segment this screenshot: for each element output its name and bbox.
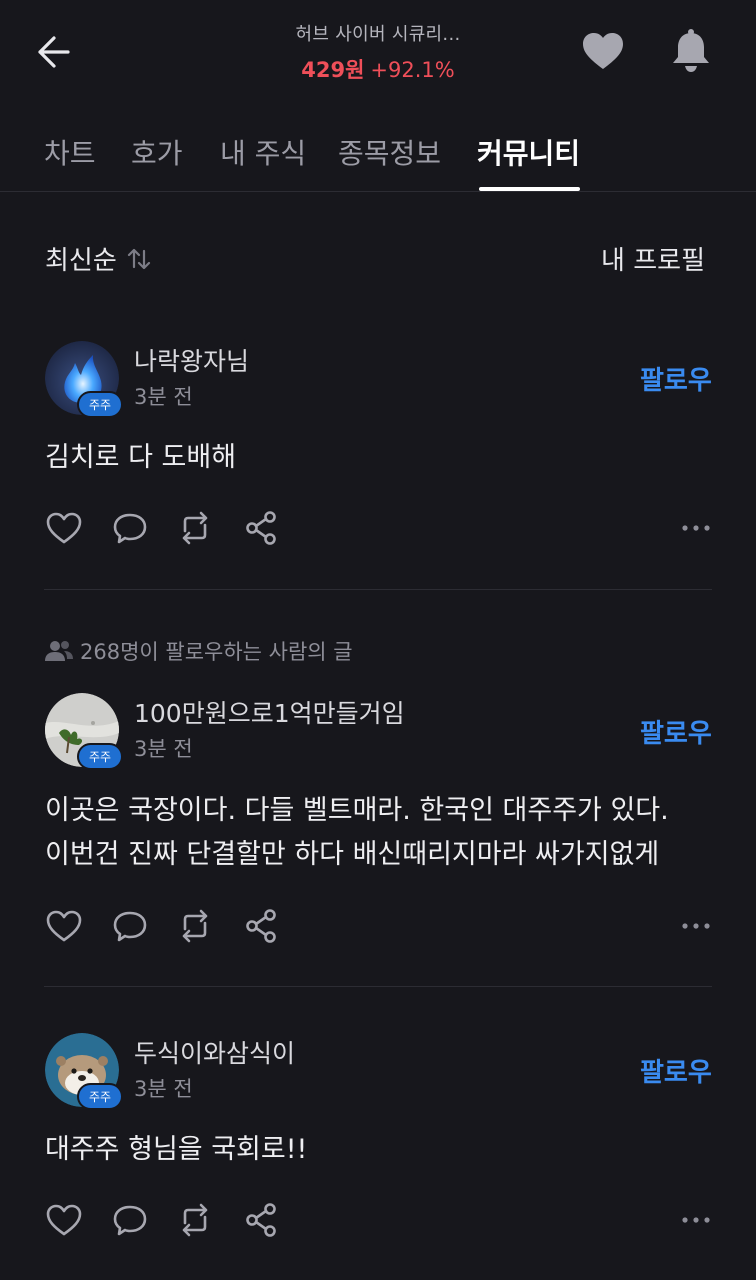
like-button[interactable]: [44, 508, 84, 548]
more-button[interactable]: [676, 1200, 716, 1240]
more-dots-icon: [681, 1216, 711, 1224]
follow-button[interactable]: 팔로우: [640, 360, 712, 397]
comment-button[interactable]: [110, 508, 150, 548]
post-divider: [44, 986, 712, 987]
arrow-left-icon: [32, 32, 72, 72]
tab-chart[interactable]: 차트: [44, 132, 96, 172]
more-button[interactable]: [676, 906, 716, 946]
author-name[interactable]: 두식이와삼식이: [134, 1034, 295, 1070]
comment-button[interactable]: [110, 1200, 150, 1240]
author-avatar[interactable]: 주주: [45, 693, 123, 770]
heart-outline-icon: [45, 1203, 83, 1237]
post-item: 268명이 팔로우하는 사람의 글 주주 100만원으로1억만들거임 3분 전 …: [0, 636, 756, 986]
sort-arrows-icon: [125, 245, 153, 273]
tab-orderbook[interactable]: 호가: [131, 132, 183, 172]
notification-button[interactable]: [668, 26, 714, 76]
like-button[interactable]: [44, 1200, 84, 1240]
heart-outline-icon: [45, 909, 83, 943]
share-button[interactable]: [241, 906, 281, 946]
my-profile-link[interactable]: 내 프로필: [601, 240, 705, 277]
shareholder-badge: 주주: [77, 1083, 123, 1110]
more-dots-icon: [681, 922, 711, 930]
active-tab-indicator: [479, 187, 580, 191]
tab-stock-info[interactable]: 종목정보: [338, 132, 441, 172]
sort-button[interactable]: 최신순: [45, 240, 153, 277]
repost-icon: [176, 909, 214, 943]
repost-icon: [176, 1203, 214, 1237]
post-body-line: 대주주 형님을 국회로!!: [45, 1134, 308, 1165]
stock-price: 429원: [301, 58, 365, 82]
shareholder-badge: 주주: [77, 391, 123, 418]
bell-icon: [670, 28, 712, 74]
repost-button[interactable]: [175, 508, 215, 548]
share-icon: [243, 1202, 279, 1238]
share-button[interactable]: [241, 508, 281, 548]
post-body-line: 이곳은 국장이다. 다들 벨트매라. 한국인 대주주가 있다.: [45, 795, 669, 826]
author-name[interactable]: 나락왕자님: [134, 342, 249, 378]
back-button[interactable]: [30, 30, 74, 74]
post-time: 3분 전: [134, 385, 193, 409]
price-change: +92.1%: [370, 58, 455, 82]
sort-row: 최신순 내 프로필: [0, 236, 756, 282]
post-actions: [44, 1200, 724, 1240]
comment-button[interactable]: [110, 906, 150, 946]
followed-author-text: 268명이 팔로우하는 사람의 글: [80, 640, 353, 664]
top-bar: 허브 사이버 시큐리... 429원 +92.1%: [0, 0, 756, 100]
tab-my-stock[interactable]: 내 주식: [220, 132, 306, 172]
author-avatar[interactable]: 주주: [45, 341, 123, 418]
tab-community[interactable]: 커뮤니티: [477, 132, 580, 172]
price-line: 429원 +92.1%: [228, 54, 528, 84]
more-dots-icon: [681, 524, 711, 532]
post-body: 대주주 형님을 국회로!!: [45, 1128, 725, 1172]
post-actions: [44, 906, 724, 946]
comment-icon: [112, 511, 148, 545]
author-avatar[interactable]: 주주: [45, 1033, 123, 1110]
favorite-button[interactable]: [580, 28, 626, 74]
post-actions: [44, 508, 724, 548]
follow-button[interactable]: 팔로우: [640, 713, 712, 750]
follow-button[interactable]: 팔로우: [640, 1052, 712, 1089]
followed-author-note: 268명이 팔로우하는 사람의 글: [44, 636, 353, 666]
stock-title: 허브 사이버 시큐리... 429원 +92.1%: [228, 20, 528, 84]
comment-icon: [112, 909, 148, 943]
post-item: 주주 나락왕자님 3분 전 팔로우 김치로 다 도배해: [0, 336, 756, 589]
sort-label: 최신순: [45, 246, 117, 276]
stock-name: 허브 사이버 시큐리...: [295, 24, 461, 45]
share-icon: [243, 908, 279, 944]
repost-icon: [176, 511, 214, 545]
post-time: 3분 전: [134, 737, 193, 761]
shareholder-badge: 주주: [77, 743, 123, 770]
share-button[interactable]: [241, 1200, 281, 1240]
post-divider: [44, 589, 712, 590]
post-time: 3분 전: [134, 1077, 193, 1101]
heart-icon: [581, 31, 625, 71]
post-item: 주주 두식이와삼식이 3분 전 팔로우 대주주 형님을 국회로!!: [0, 1031, 756, 1280]
community-page: 허브 사이버 시큐리... 429원 +92.1% 차트 호가 내 주식 종목정…: [0, 0, 756, 1280]
share-icon: [243, 510, 279, 546]
post-body: 이곳은 국장이다. 다들 벨트매라. 한국인 대주주가 있다. 이번건 진짜 단…: [45, 789, 725, 877]
more-button[interactable]: [676, 508, 716, 548]
repost-button[interactable]: [175, 1200, 215, 1240]
people-icon: [44, 639, 74, 663]
author-name[interactable]: 100만원으로1억만들거임: [134, 694, 405, 730]
post-body: 김치로 다 도배해: [45, 436, 725, 480]
tab-bar: 차트 호가 내 주식 종목정보 커뮤니티: [0, 120, 756, 192]
like-button[interactable]: [44, 906, 84, 946]
post-body-line: 이번건 진짜 단결할만 하다 배신때리지마라 싸가지없게: [45, 839, 660, 870]
post-body-line: 김치로 다 도배해: [45, 442, 237, 473]
repost-button[interactable]: [175, 906, 215, 946]
heart-outline-icon: [45, 511, 83, 545]
comment-icon: [112, 1203, 148, 1237]
